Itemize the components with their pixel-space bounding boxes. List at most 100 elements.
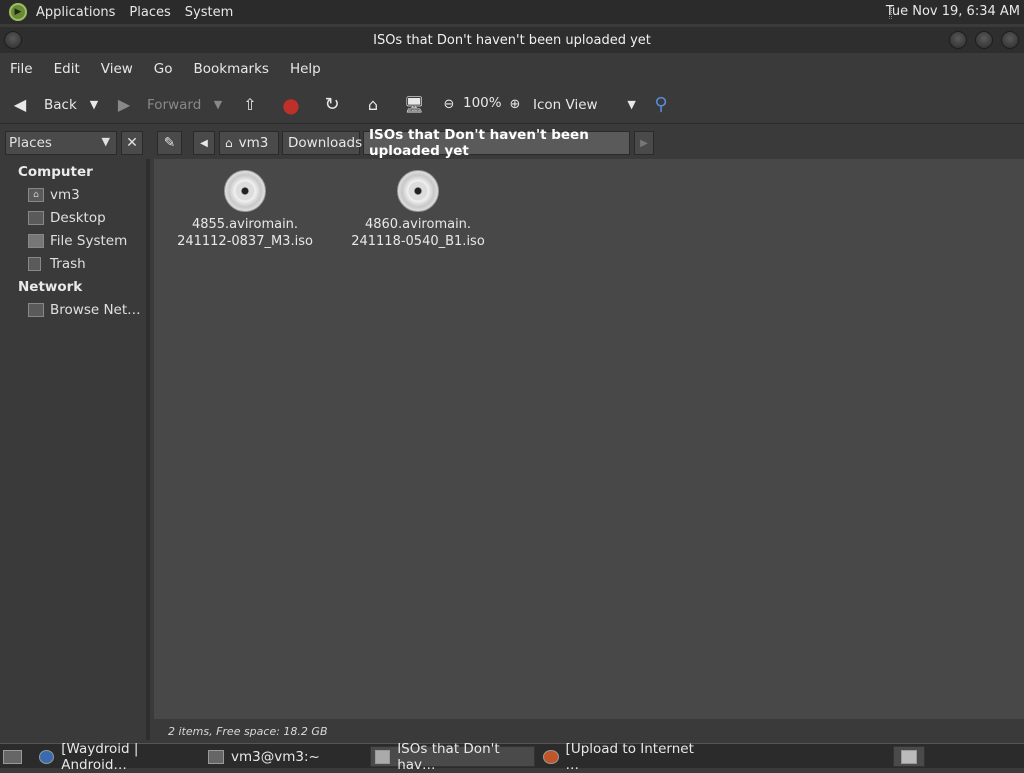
edit-location-icon: ✎ <box>163 135 176 151</box>
bottom-panel: [Waydroid | Android… vm3@vm3:~ ISOs that… <box>0 741 1024 773</box>
breadcrumb-current-folder[interactable]: ISOs that Don't haven't been uploaded ye… <box>363 127 630 159</box>
file-name-line: 241118-0540_B1.iso <box>351 234 485 249</box>
search-button[interactable]: ⚲ <box>651 95 671 115</box>
window-menu-button[interactable] <box>4 31 22 49</box>
computer-button[interactable]: 🖥 <box>404 95 424 115</box>
sidebar-item-label: File System <box>50 233 128 249</box>
forward-label: Forward <box>147 97 202 113</box>
menu-file[interactable]: File <box>0 61 44 77</box>
menu-view[interactable]: View <box>91 61 144 77</box>
close-icon: ✕ <box>126 135 138 151</box>
sidebar-heading-network: Network <box>18 279 83 295</box>
network-icon <box>28 303 44 317</box>
drive-icon <box>28 234 44 248</box>
system-menu[interactable]: System <box>178 5 240 20</box>
back-label: Back <box>44 97 77 113</box>
chevron-down-icon: ▼ <box>101 135 110 148</box>
sidebar-item-label: Trash <box>50 256 86 272</box>
places-sidebar: Computer ⌂ vm3 Desktop File System Trash… <box>0 159 150 740</box>
top-panel: ▶ Applications Places System Tue Nov 19,… <box>0 0 1024 24</box>
breadcrumb-downloads[interactable]: Downloads <box>282 131 363 155</box>
file-name-line: 4860.aviromain. <box>364 217 472 232</box>
forward-button[interactable]: ▶ Forward <box>114 95 201 115</box>
desktop-folder-icon <box>28 211 44 225</box>
stop-button[interactable]: ● <box>281 95 301 115</box>
show-desktop-button[interactable] <box>2 746 24 767</box>
zoom-level[interactable]: 100% <box>463 95 502 111</box>
side-pane-selector[interactable]: Places ▼ <box>5 131 117 155</box>
search-icon: ⚲ <box>654 94 668 115</box>
minimize-button[interactable] <box>949 31 967 49</box>
computer-icon: 🖥 <box>404 95 425 114</box>
zoom-in-icon: ⊕ <box>509 97 521 112</box>
file-icon-view[interactable]: 4855.aviromain. 241112-0837_M3.iso 4860.… <box>154 159 1024 719</box>
menu-go[interactable]: Go <box>144 61 184 77</box>
sidebar-item-desktop[interactable]: Desktop <box>28 210 106 226</box>
breadcrumb-label: Downloads <box>288 135 363 151</box>
forward-history-dropdown[interactable]: ▼ <box>208 95 228 115</box>
terminal-icon <box>208 749 224 764</box>
places-menu[interactable]: Places <box>122 5 177 20</box>
taskbar-window-terminal[interactable]: vm3@vm3:~ <box>204 746 364 767</box>
window-titlebar[interactable]: ISOs that Don't haven't been uploaded ye… <box>0 27 1024 53</box>
breadcrumb-label: vm3 <box>238 135 269 151</box>
reload-icon: ↻ <box>324 94 340 115</box>
sidebar-item-vm3[interactable]: ⌂ vm3 <box>28 187 80 203</box>
taskbar-window-waydroid[interactable]: [Waydroid | Android… <box>35 741 200 773</box>
file-item[interactable]: 4860.aviromain. 241118-0540_B1.iso <box>348 170 488 250</box>
distro-logo-icon[interactable]: ▶ <box>9 3 27 21</box>
view-mode-label: Icon View <box>533 97 598 113</box>
applications-menu[interactable]: Applications <box>29 5 122 20</box>
back-history-dropdown[interactable]: ▼ <box>84 95 104 115</box>
location-bar: Places ▼ ✕ ✎ ◀ ⌂ vm3 Downloads ISOs that… <box>0 127 1024 159</box>
taskbar-window-upload[interactable]: [Upload to Internet … <box>539 741 707 773</box>
up-button[interactable]: ⇧ <box>240 95 260 115</box>
folder-icon <box>375 749 391 764</box>
trash-icon <box>28 257 41 271</box>
menu-bookmarks[interactable]: Bookmarks <box>184 61 280 77</box>
forward-arrow-icon: ▶ <box>117 95 131 114</box>
zoom-out-icon: ⊖ <box>443 97 455 112</box>
optical-disc-image-icon <box>397 170 439 212</box>
reload-button[interactable]: ↻ <box>322 95 342 115</box>
path-scroll-left-button[interactable]: ◀ <box>193 131 215 155</box>
home-folder-icon: ⌂ <box>225 136 233 150</box>
back-button[interactable]: ◀ Back <box>10 95 77 115</box>
menu-help[interactable]: Help <box>280 61 332 77</box>
chevron-down-icon: ▼ <box>213 98 223 111</box>
desktop-icon <box>3 749 22 764</box>
home-folder-icon: ⌂ <box>28 188 44 202</box>
sidebar-item-file-system[interactable]: File System <box>28 233 127 249</box>
chevron-down-icon: ▼ <box>627 98 636 111</box>
stop-icon: ● <box>282 93 300 117</box>
sidebar-item-label: vm3 <box>50 187 80 203</box>
zoom-in-button[interactable]: ⊕ <box>505 95 525 115</box>
clock[interactable]: Tue Nov 19, 6:34 AM <box>886 4 1020 19</box>
sidebar-item-trash[interactable]: Trash <box>28 256 86 272</box>
path-scroll-right-button[interactable]: ▶ <box>634 131 654 155</box>
workspace-icon <box>901 749 917 764</box>
toggle-location-entry-button[interactable]: ✎ <box>157 131 182 155</box>
chevron-down-icon: ▼ <box>89 98 99 111</box>
taskbar-window-file-manager[interactable]: ISOs that Don't hav… <box>370 741 535 773</box>
taskbar-window-label: vm3@vm3:~ <box>231 748 320 765</box>
workspace-switcher[interactable] <box>893 746 925 767</box>
menu-bar: File Edit View Go Bookmarks Help <box>0 55 1024 83</box>
breadcrumb-vm3[interactable]: ⌂ vm3 <box>219 131 279 155</box>
close-button[interactable] <box>1001 31 1019 49</box>
sidebar-heading-computer: Computer <box>18 164 93 180</box>
toolbar: ◀ Back ▼ ▶ Forward ▼ ⇧ ● ↻ ⌂ 🖥 ⊖ 100% ⊕ … <box>0 86 1024 124</box>
menu-edit[interactable]: Edit <box>44 61 91 77</box>
zoom-out-button[interactable]: ⊖ <box>439 95 459 115</box>
close-side-pane-button[interactable]: ✕ <box>121 131 143 155</box>
breadcrumb-label: ISOs that Don't haven't been uploaded ye… <box>369 127 589 159</box>
view-mode-select[interactable]: Icon View ▼ <box>533 95 642 115</box>
maximize-button[interactable] <box>975 31 993 49</box>
file-name-line: 4855.aviromain. <box>191 217 299 232</box>
home-button[interactable]: ⌂ <box>363 95 383 115</box>
window-title: ISOs that Don't haven't been uploaded ye… <box>373 32 651 48</box>
firefox-icon <box>543 749 559 764</box>
file-item[interactable]: 4855.aviromain. 241112-0837_M3.iso <box>175 170 315 250</box>
chevron-left-icon: ◀ <box>200 137 208 149</box>
sidebar-item-browse-network[interactable]: Browse Net… <box>28 302 141 318</box>
